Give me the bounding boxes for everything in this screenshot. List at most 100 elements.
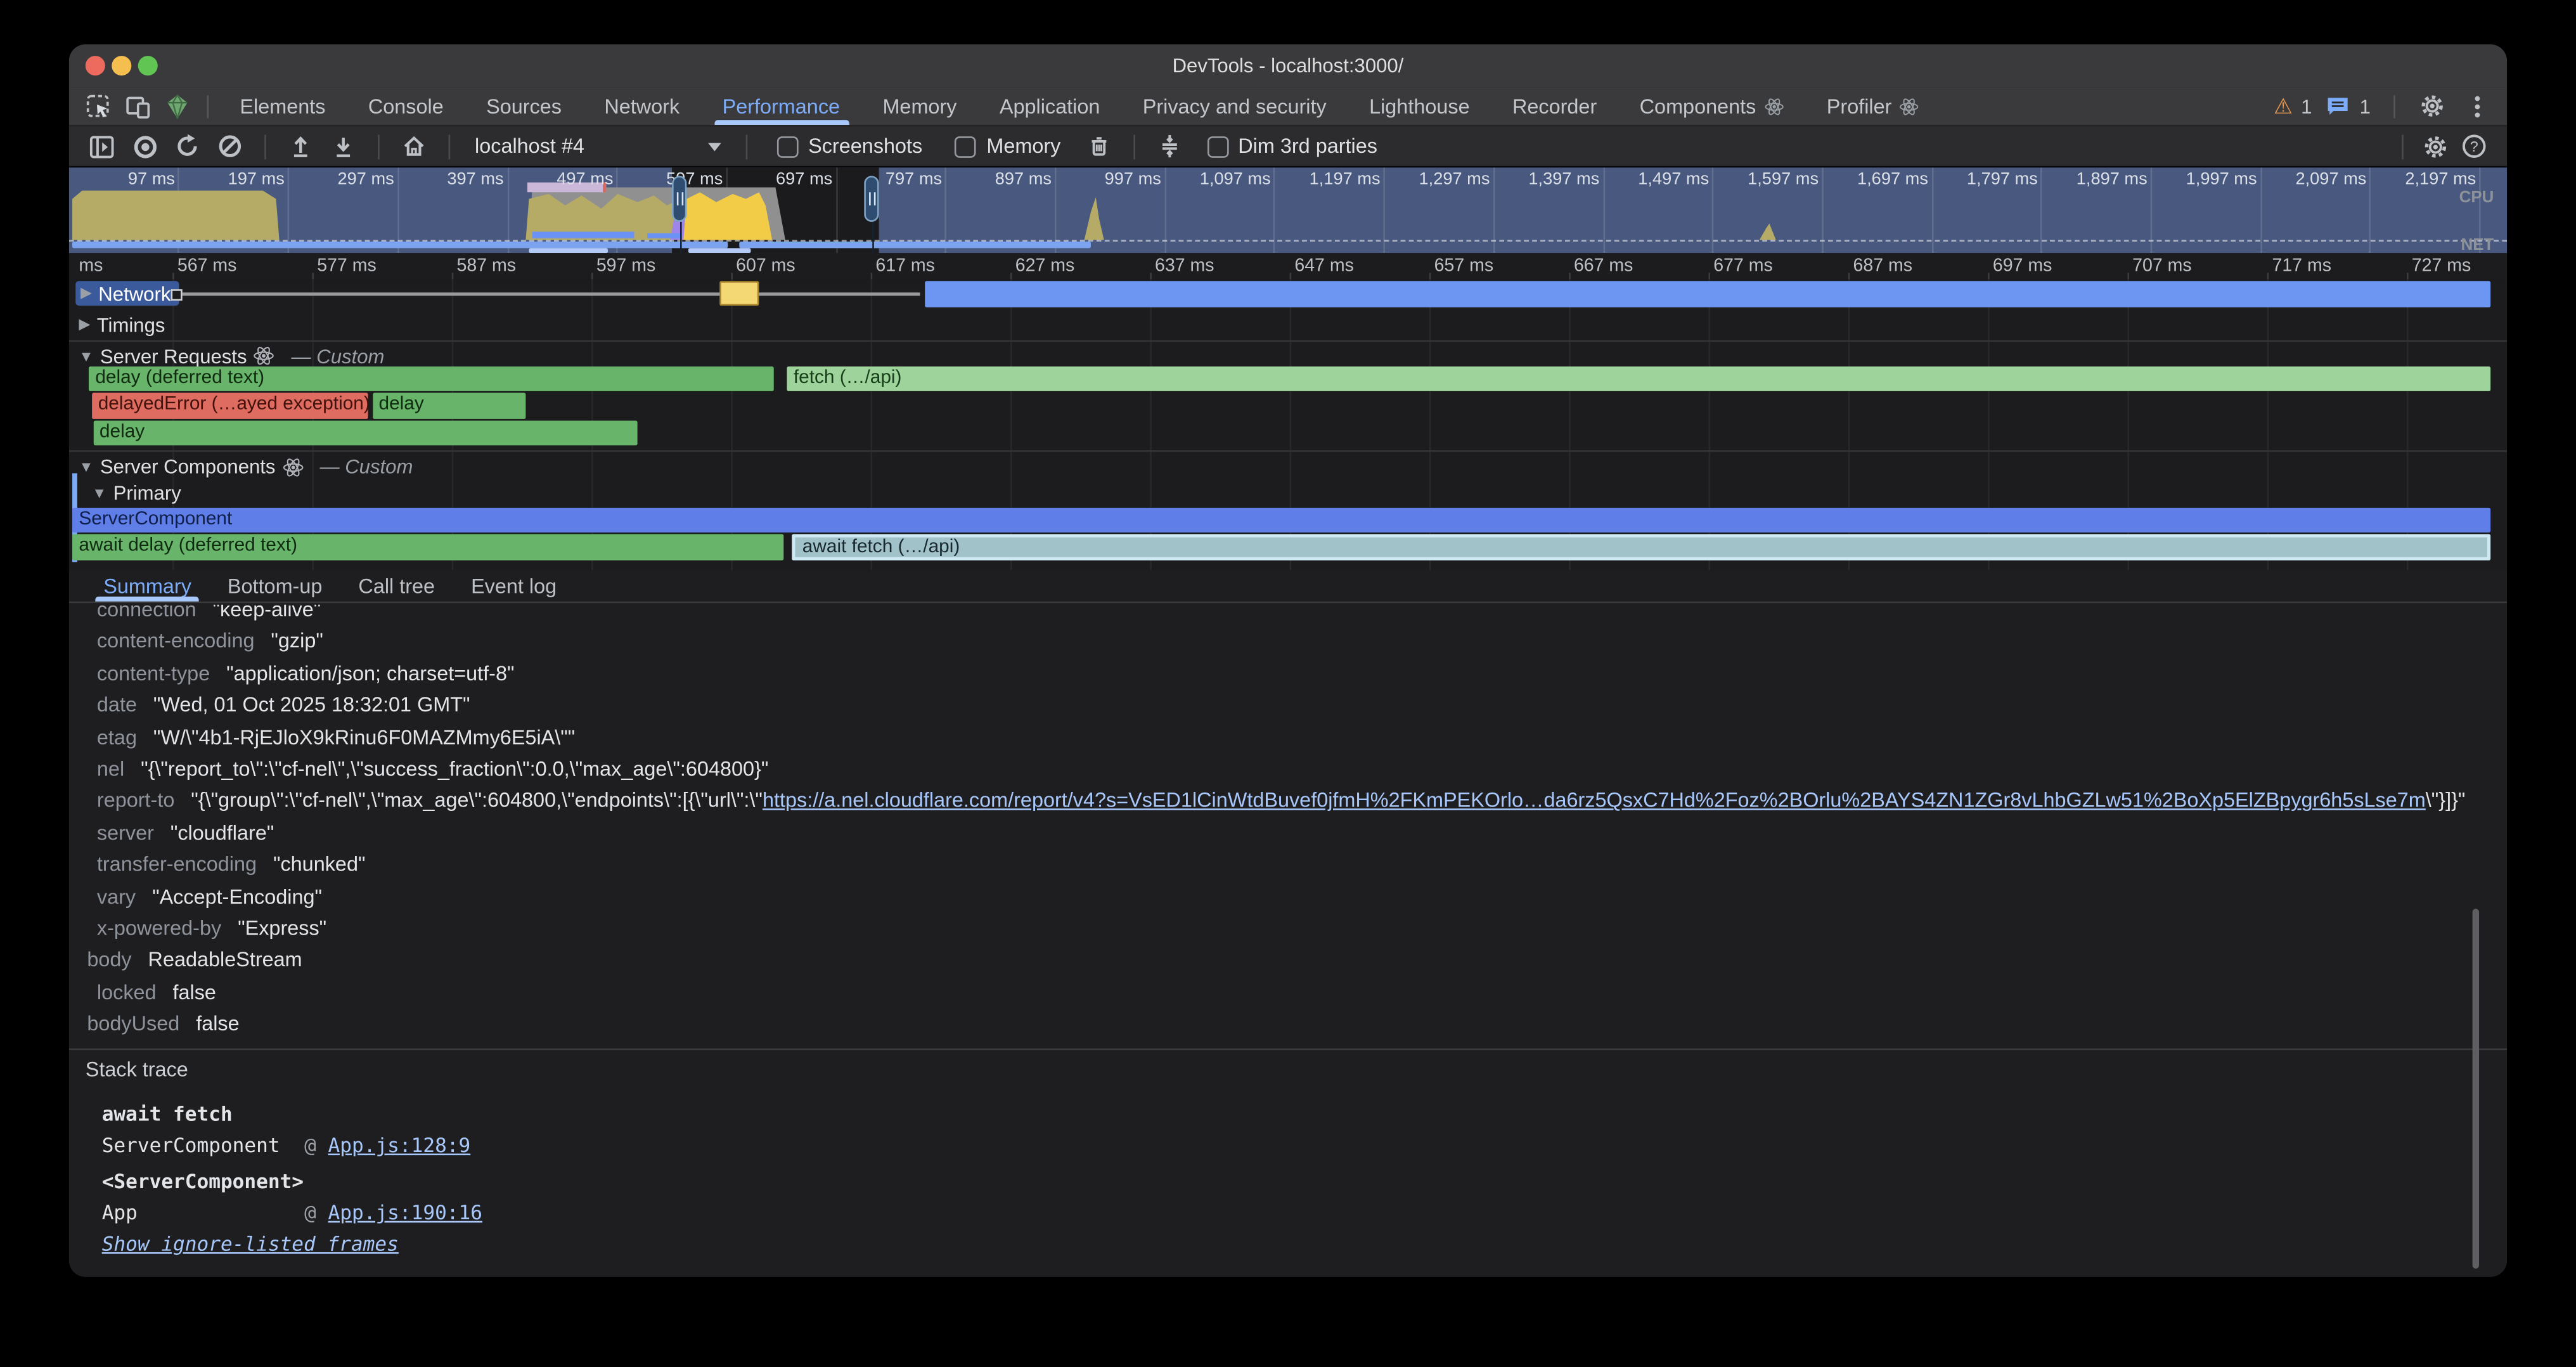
- collapse-tracks-icon[interactable]: [1149, 130, 1188, 163]
- property-key: content-encoding: [97, 630, 255, 653]
- selection-handle-line: [680, 222, 682, 253]
- kebab-menu-icon[interactable]: [2457, 89, 2497, 122]
- record-and-reload-icon[interactable]: [167, 130, 207, 163]
- clear-icon[interactable]: [210, 130, 250, 163]
- tab-components[interactable]: Components: [1618, 87, 1805, 125]
- response-property-row: report-to"{\"group\":\"cf-nel\",\"max_ag…: [69, 786, 2507, 818]
- tab-label: Components: [1640, 94, 1756, 117]
- tab-console[interactable]: Console: [347, 87, 465, 125]
- response-property-row: content-type"application/json; charset=u…: [69, 659, 2507, 690]
- timeline-event-bar[interactable]: delay: [372, 392, 525, 418]
- details-tab-call-tree[interactable]: Call tree: [340, 570, 453, 601]
- tab-application[interactable]: Application: [978, 87, 1121, 125]
- screenshots-checkbox[interactable]: Screenshots: [777, 135, 922, 158]
- timeline-event-bar[interactable]: ServerComponent: [72, 507, 2490, 533]
- network-track[interactable]: ▶ Network: [69, 280, 2507, 308]
- server-requests-track-header[interactable]: ▼ Server Requests — Custom: [69, 342, 2507, 368]
- report-url-link[interactable]: https://a.nel.cloudflare.com/report/v4?s…: [763, 789, 2426, 812]
- inspect-element-icon[interactable]: [79, 89, 118, 122]
- ruler-tick: [452, 273, 454, 279]
- extension-gem-icon[interactable]: [158, 89, 197, 122]
- stack-trace-title: Stack trace: [86, 1058, 188, 1081]
- timings-track[interactable]: ▶ Timings: [69, 310, 2507, 338]
- history-select[interactable]: localhost #4: [465, 135, 731, 158]
- panel-settings-gear-icon[interactable]: [2415, 130, 2454, 163]
- primary-group-row[interactable]: ▼ Primary: [69, 480, 2507, 506]
- stack-frame-row: ServerComponent @ App.js:128:9: [102, 1134, 471, 1156]
- tab-network[interactable]: Network: [583, 87, 701, 125]
- window-title: DevTools - localhost:3000/: [69, 55, 2507, 77]
- details-tab-bottom-up[interactable]: Bottom-up: [209, 570, 340, 601]
- device-toolbar-icon[interactable]: [119, 89, 158, 122]
- tab-lighthouse[interactable]: Lighthouse: [1348, 87, 1491, 125]
- stack-frame-row: App @ App.js:190:16: [102, 1202, 482, 1224]
- primary-group-label: Primary: [113, 481, 181, 504]
- stack-frame-source-link[interactable]: App.js:190:16: [328, 1202, 482, 1224]
- overview-network-bar: [688, 248, 750, 253]
- property-value: ReadableStream: [148, 949, 302, 971]
- selection-handle-left[interactable]: [673, 176, 687, 222]
- timeline-event-bar[interactable]: delay (deferred text): [89, 366, 773, 391]
- tab-privacy-and-security[interactable]: Privacy and security: [1121, 87, 1348, 125]
- network-track-header[interactable]: ▶ Network: [75, 281, 179, 306]
- tab-performance[interactable]: Performance: [701, 87, 861, 125]
- timeline-tracks[interactable]: ▶ Network ▶ Timings ▼ Server Requests — …: [69, 280, 2507, 571]
- issues-message-icon[interactable]: [2325, 89, 2351, 122]
- save-profile-icon[interactable]: [324, 130, 363, 163]
- tab-elements[interactable]: Elements: [219, 87, 347, 125]
- overview-time-label: 1,097 ms: [1200, 169, 1271, 189]
- network-request-marker[interactable]: [720, 280, 759, 306]
- ruler-tick: [2127, 273, 2129, 279]
- settings-gear-icon[interactable]: [2412, 89, 2451, 122]
- selection-handle-right[interactable]: [865, 176, 879, 222]
- timeline-event-bar[interactable]: await fetch (…/api): [792, 534, 2490, 559]
- record-icon[interactable]: [125, 130, 164, 163]
- details-scrollbar-thumb[interactable]: [2473, 909, 2479, 1269]
- overview-time-label: 497 ms: [557, 169, 613, 189]
- response-property-row: transfer-encoding"chunked": [69, 850, 2507, 881]
- server-components-track-header[interactable]: ▼ Server Components — Custom: [69, 453, 2507, 479]
- overview-time-label: 1,297 ms: [1419, 169, 1490, 189]
- react-atom-icon: [282, 456, 304, 477]
- ruler-tick: [172, 273, 174, 279]
- timeline-event-bar[interactable]: delay: [93, 420, 638, 445]
- details-tab-event-log[interactable]: Event log: [453, 570, 575, 601]
- warning-icon[interactable]: ⚠: [2274, 93, 2293, 119]
- tab-recorder[interactable]: Recorder: [1491, 87, 1618, 125]
- tab-label: Lighthouse: [1369, 94, 1470, 117]
- tab-profiler[interactable]: Profiler: [1805, 87, 1941, 125]
- network-request-bar[interactable]: [925, 281, 2491, 306]
- timeline-event-bar[interactable]: await delay (deferred text): [72, 534, 784, 559]
- timeline-event-bar[interactable]: fetch (…/api): [787, 366, 2490, 391]
- ruler-tick: [1708, 273, 1710, 279]
- tab-memory[interactable]: Memory: [861, 87, 978, 125]
- show-ignore-listed-frames-link[interactable]: Show ignore-listed frames: [102, 1233, 399, 1255]
- timeline-overview[interactable]: 97 ms197 ms297 ms397 ms497 ms597 ms697 m…: [69, 167, 2507, 253]
- dim-3rd-parties-checkbox[interactable]: Dim 3rd parties: [1207, 135, 1377, 158]
- property-key: x-powered-by: [97, 917, 221, 940]
- home-icon[interactable]: [394, 130, 434, 163]
- load-profile-icon[interactable]: [281, 130, 320, 163]
- svg-text:?: ?: [2470, 138, 2478, 155]
- custom-track-badge: — Custom: [319, 455, 413, 478]
- track-resize-grip[interactable]: [171, 289, 183, 301]
- stack-frame-source-link[interactable]: App.js:128:9: [328, 1134, 471, 1156]
- stack-frame-name: App: [102, 1202, 293, 1224]
- tabbar-right-divider: [2393, 94, 2395, 117]
- memory-checkbox[interactable]: Memory: [955, 135, 1060, 158]
- tabbar-divider: [207, 94, 209, 117]
- toolbar-divider: [378, 134, 380, 159]
- toggle-sidebar-icon[interactable]: [82, 130, 122, 163]
- selected-details-tab-underline: [95, 597, 198, 602]
- expand-triangle-icon: ▼: [79, 458, 93, 475]
- response-property-row: bodyUsedfalse: [69, 1009, 2507, 1041]
- tab-sources[interactable]: Sources: [465, 87, 583, 125]
- overview-time-label: 397 ms: [447, 169, 503, 189]
- help-icon[interactable]: ?: [2454, 130, 2494, 163]
- selected-tab-underline: [714, 120, 849, 125]
- collect-garbage-icon[interactable]: [1079, 130, 1118, 163]
- ruler-tick: [312, 273, 314, 279]
- timeline-event-bar[interactable]: delayedError (…ayed exception): [91, 392, 368, 418]
- checkbox-icon: [777, 136, 799, 157]
- ruler-time-label: 617 ms: [875, 256, 935, 276]
